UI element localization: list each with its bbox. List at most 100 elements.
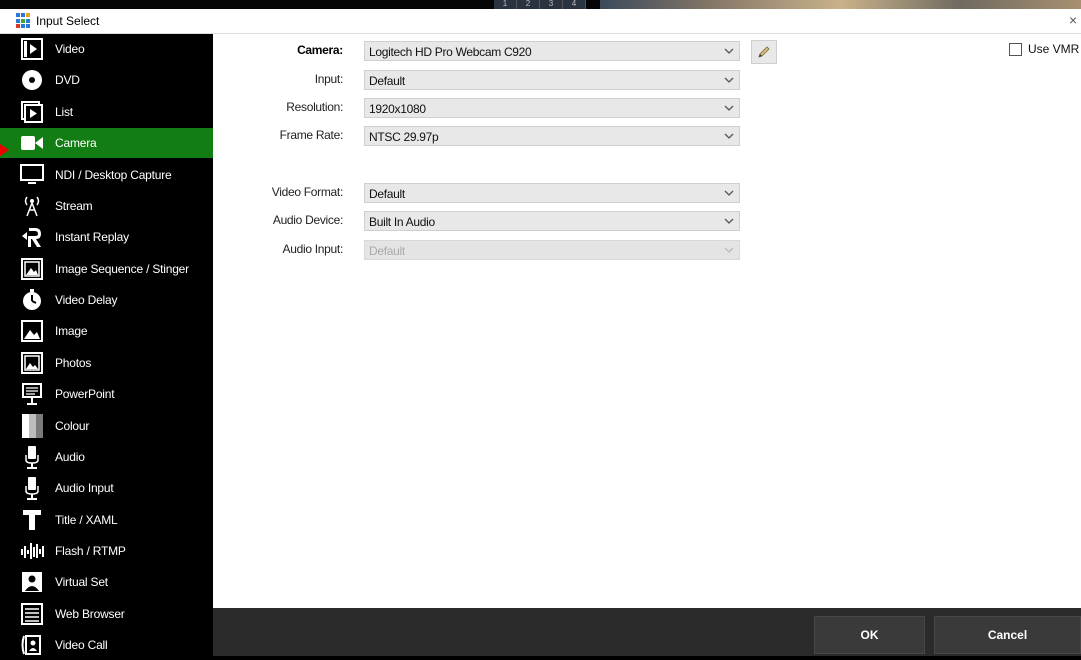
chevron-down-icon bbox=[724, 77, 734, 83]
sidebar-item-label: PowerPoint bbox=[55, 387, 115, 401]
sidebar-item-audio[interactable]: Audio bbox=[0, 442, 213, 472]
image-icon bbox=[20, 319, 44, 343]
background-preview-image bbox=[600, 0, 1081, 9]
sidebar-item-label: Video bbox=[55, 42, 85, 56]
microphone-icon bbox=[20, 445, 44, 469]
chevron-down-icon bbox=[724, 190, 734, 196]
sidebar-item-label: Image Sequence / Stinger bbox=[55, 262, 189, 276]
sidebar-item-audio-input[interactable]: Audio Input bbox=[0, 473, 213, 503]
colour-icon bbox=[20, 414, 44, 438]
waveform-icon bbox=[20, 539, 44, 563]
camera-settings-panel: Camera: Logitech HD Pro Webcam C920 Use … bbox=[213, 34, 1081, 608]
photos-icon bbox=[20, 351, 44, 375]
sidebar-item-video-delay[interactable]: Video Delay bbox=[0, 285, 213, 315]
background-app-strip: 1 2 3 4 bbox=[0, 0, 1081, 9]
background-tab: 3 bbox=[540, 0, 563, 9]
edit-camera-button[interactable] bbox=[751, 40, 777, 64]
sidebar-item-virtual-set[interactable]: Virtual Set bbox=[0, 567, 213, 597]
chevron-down-icon bbox=[724, 105, 734, 111]
sidebar-item-label: Instant Replay bbox=[55, 230, 129, 244]
sidebar-item-label: List bbox=[55, 105, 73, 119]
sidebar-item-stream[interactable]: Stream bbox=[0, 191, 213, 221]
checkbox-box bbox=[1009, 42, 1022, 56]
camera-select[interactable]: Logitech HD Pro Webcam C920 bbox=[364, 41, 740, 61]
cancel-button[interactable]: Cancel bbox=[934, 616, 1081, 654]
input-type-sidebar: Video DVD List Camera NDI / Desktop Capt… bbox=[0, 34, 213, 656]
resolution-label: Resolution: bbox=[286, 100, 343, 114]
sidebar-item-colour[interactable]: Colour bbox=[0, 411, 213, 441]
sidebar-item-flash-rtmp[interactable]: Flash / RTMP bbox=[0, 536, 213, 566]
input-select[interactable]: Default bbox=[364, 70, 740, 90]
resolution-select-value: 1920x1080 bbox=[369, 102, 426, 116]
sidebar-item-photos[interactable]: Photos bbox=[0, 348, 213, 378]
chevron-down-icon bbox=[724, 48, 734, 54]
video-format-select[interactable]: Default bbox=[364, 183, 740, 203]
pencil-icon bbox=[758, 46, 770, 58]
resolution-select[interactable]: 1920x1080 bbox=[364, 98, 740, 118]
ok-button[interactable]: OK bbox=[814, 616, 925, 654]
input-select-value: Default bbox=[369, 74, 405, 88]
camera-icon bbox=[20, 131, 44, 155]
sidebar-item-label: Colour bbox=[55, 419, 90, 433]
window-title: Input Select bbox=[36, 14, 100, 28]
sidebar-item-label: Title / XAML bbox=[55, 513, 118, 527]
sidebar-item-label: Video Call bbox=[55, 638, 108, 652]
background-tab: 2 bbox=[517, 0, 540, 9]
sidebar-item-label: Audio Input bbox=[55, 481, 114, 495]
sidebar-item-label: Photos bbox=[55, 356, 92, 370]
frame-rate-select[interactable]: NTSC 29.97p bbox=[364, 126, 740, 146]
sidebar-item-instant-replay[interactable]: Instant Replay bbox=[0, 222, 213, 252]
list-icon bbox=[20, 100, 44, 124]
sidebar-item-video[interactable]: Video bbox=[0, 34, 213, 64]
sidebar-item-list[interactable]: List bbox=[0, 97, 213, 127]
sidebar-item-label: Image bbox=[55, 324, 88, 338]
sidebar-item-web-browser[interactable]: Web Browser bbox=[0, 599, 213, 629]
camera-select-value: Logitech HD Pro Webcam C920 bbox=[369, 45, 532, 59]
sidebar-item-label: Stream bbox=[55, 199, 93, 213]
monitor-icon bbox=[20, 163, 44, 187]
background-tab: 4 bbox=[563, 0, 586, 9]
microphone-icon bbox=[20, 476, 44, 500]
title-icon bbox=[20, 508, 44, 532]
audio-input-select: Default bbox=[364, 240, 740, 260]
image-sequence-icon bbox=[20, 257, 44, 281]
audio-device-select[interactable]: Built In Audio bbox=[364, 211, 740, 231]
frame-rate-select-value: NTSC 29.97p bbox=[369, 130, 439, 144]
video-format-label: Video Format: bbox=[271, 185, 344, 199]
sidebar-item-image-sequence-stinger[interactable]: Image Sequence / Stinger bbox=[0, 254, 213, 284]
replay-icon bbox=[20, 225, 44, 249]
sidebar-item-ndi-desktop-capture[interactable]: NDI / Desktop Capture bbox=[0, 160, 213, 190]
background-tab: 1 bbox=[494, 0, 517, 9]
chevron-down-icon bbox=[724, 218, 734, 224]
use-vmr-label: Use VMR bbox=[1028, 42, 1080, 56]
sidebar-item-label: DVD bbox=[55, 73, 80, 87]
video-format-select-value: Default bbox=[369, 187, 405, 201]
sidebar-item-label: NDI / Desktop Capture bbox=[55, 168, 172, 182]
disc-icon bbox=[20, 68, 44, 92]
sidebar-item-label: Flash / RTMP bbox=[55, 544, 126, 558]
selection-indicator-arrow bbox=[0, 144, 9, 156]
sidebar-item-title-xaml[interactable]: Title / XAML bbox=[0, 505, 213, 535]
video-file-icon bbox=[20, 37, 44, 61]
camera-label: Camera: bbox=[297, 43, 343, 57]
audio-device-select-value: Built In Audio bbox=[369, 215, 435, 229]
background-tabs: 1 2 3 4 bbox=[494, 0, 586, 9]
antenna-icon bbox=[20, 194, 44, 218]
chevron-down-icon bbox=[724, 247, 734, 253]
video-call-icon bbox=[20, 633, 44, 657]
sidebar-item-label: Camera bbox=[55, 136, 97, 150]
browser-icon bbox=[20, 602, 44, 626]
sidebar-item-image[interactable]: Image bbox=[0, 316, 213, 346]
frame-rate-label: Frame Rate: bbox=[279, 128, 344, 142]
close-icon[interactable]: × bbox=[1069, 12, 1081, 28]
sidebar-item-label: Virtual Set bbox=[55, 575, 108, 589]
use-vmr-checkbox[interactable]: Use VMR bbox=[1009, 42, 1079, 56]
presentation-icon bbox=[20, 382, 44, 406]
sidebar-item-camera[interactable]: Camera bbox=[0, 128, 213, 158]
sidebar-item-label: Video Delay bbox=[55, 293, 118, 307]
audio-device-label: Audio Device: bbox=[272, 213, 343, 227]
vmix-grid-icon bbox=[16, 13, 32, 29]
sidebar-item-dvd[interactable]: DVD bbox=[0, 65, 213, 95]
virtual-set-icon bbox=[20, 570, 44, 594]
sidebar-item-powerpoint[interactable]: PowerPoint bbox=[0, 379, 213, 409]
